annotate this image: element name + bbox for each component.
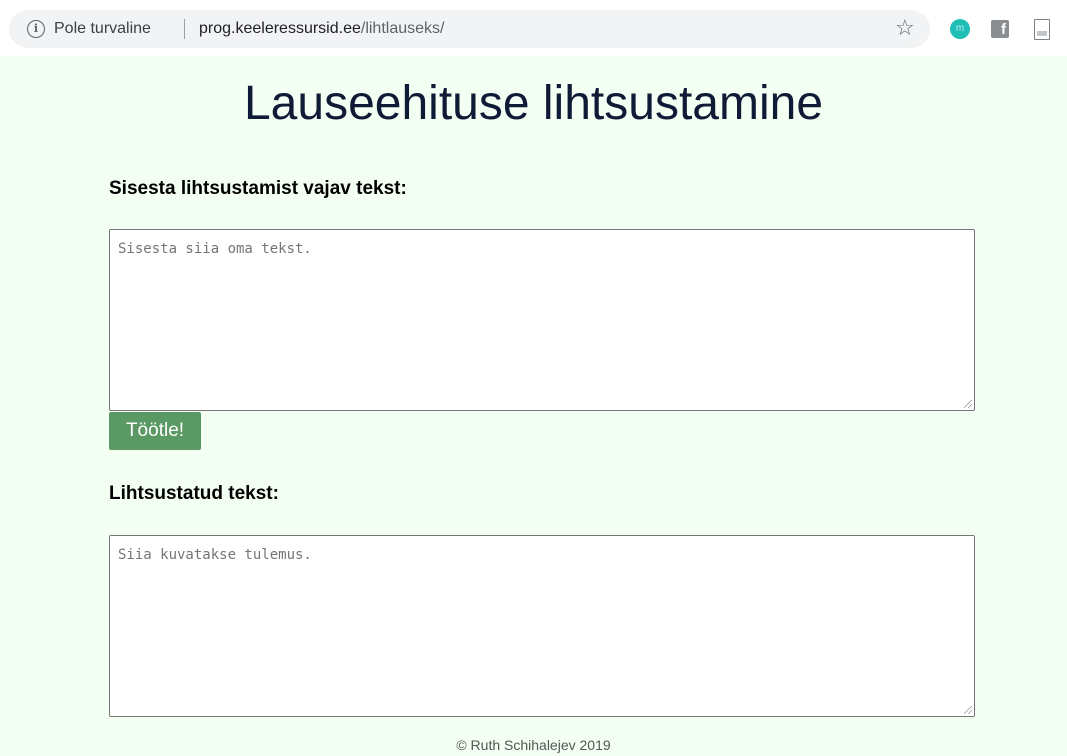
document-icon[interactable]: [1034, 19, 1050, 40]
resize-handle-icon[interactable]: [964, 400, 972, 408]
star-icon[interactable]: ☆: [895, 16, 915, 42]
input-textarea[interactable]: Sisesta siia oma tekst.: [109, 229, 975, 411]
info-icon[interactable]: i: [27, 20, 45, 38]
resize-handle-icon[interactable]: [964, 706, 972, 714]
address-bar-divider: [184, 19, 185, 39]
input-label: Sisesta lihtsustamist vajav tekst:: [109, 178, 407, 199]
facebook-icon[interactable]: f: [991, 20, 1009, 38]
process-button[interactable]: Töötle!: [109, 412, 201, 450]
browser-toolbar: i Pole turvaline prog.keeleressursid.ee/…: [0, 0, 1067, 56]
footer-copyright: © Ruth Schihalejev 2019: [456, 737, 611, 753]
url-domain: prog.keeleressursid.ee: [199, 20, 361, 37]
output-placeholder: Siia kuvatakse tulemus.: [118, 547, 312, 563]
url-text[interactable]: prog.keeleressursid.ee/lihtlauseks/: [199, 19, 444, 39]
url-path: /lihtlauseks/: [360, 20, 445, 37]
page-title: Lauseehituse lihtsustamine: [243, 77, 824, 130]
input-placeholder: Sisesta siia oma tekst.: [118, 241, 312, 257]
output-textarea[interactable]: Siia kuvatakse tulemus.: [109, 535, 975, 717]
address-bar[interactable]: i Pole turvaline prog.keeleressursid.ee/…: [9, 10, 930, 48]
security-status-label: Pole turvaline: [54, 20, 151, 37]
m-extension-icon[interactable]: m: [950, 19, 970, 39]
output-label: Lihtsustatud tekst:: [109, 483, 279, 504]
